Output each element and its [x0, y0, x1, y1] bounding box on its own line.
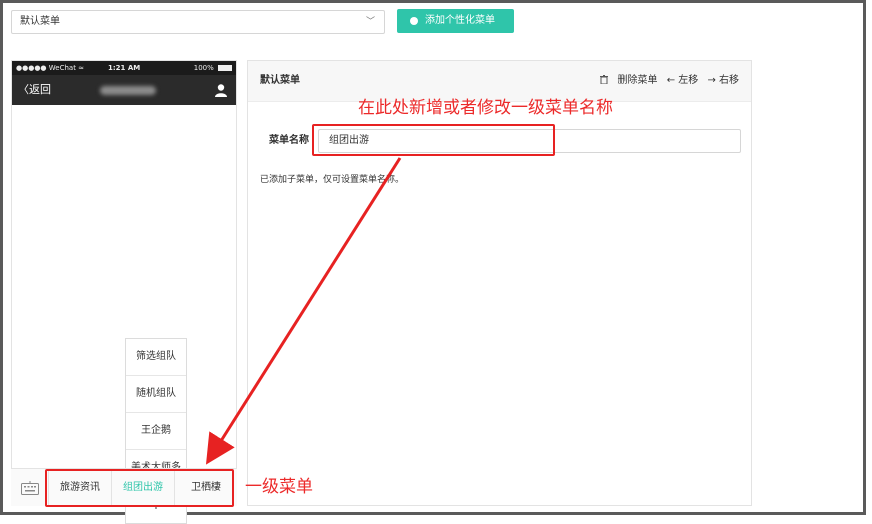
- annotation-arrow: [205, 157, 402, 465]
